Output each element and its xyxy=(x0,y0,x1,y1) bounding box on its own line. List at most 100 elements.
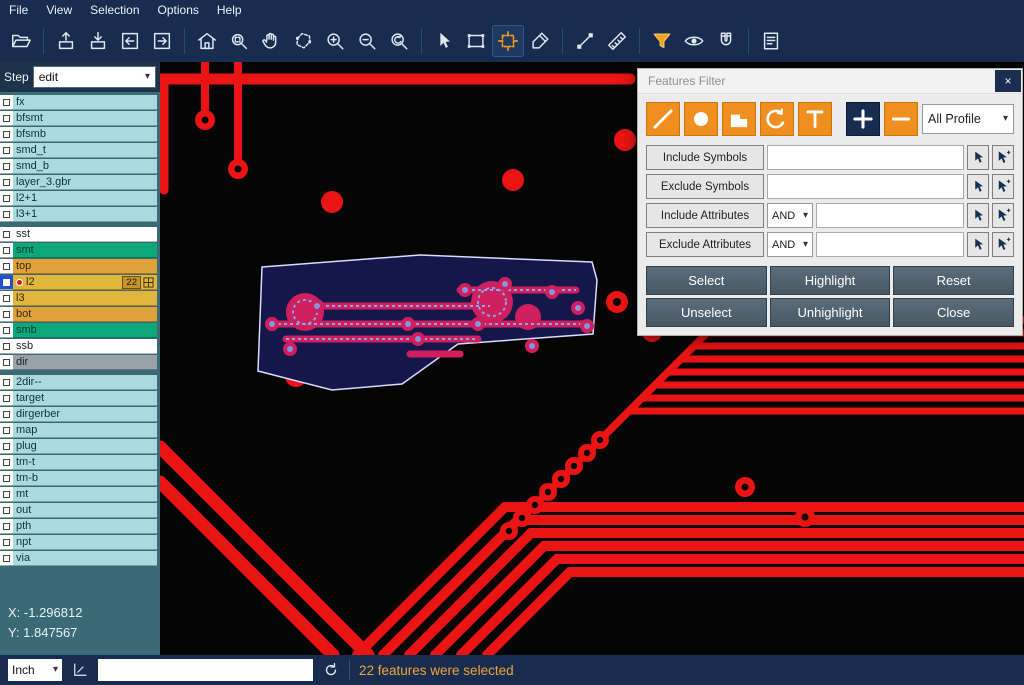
layer-name[interactable]: bot xyxy=(13,307,157,322)
layer-name[interactable]: fx xyxy=(13,95,157,110)
layer-visibility-checkbox[interactable] xyxy=(0,111,13,126)
draw-surface-button[interactable] xyxy=(722,102,756,136)
draw-arc-button[interactable] xyxy=(760,102,794,136)
rect-select-button[interactable] xyxy=(461,26,491,56)
include-symbols-input[interactable] xyxy=(767,145,964,170)
file-up-button[interactable] xyxy=(51,26,81,56)
layer-visibility-checkbox[interactable] xyxy=(0,339,13,354)
eye-button[interactable] xyxy=(679,26,709,56)
profile-select[interactable]: All Profile▾ xyxy=(922,104,1014,134)
layer-name[interactable]: npt xyxy=(13,535,157,550)
pick-arrow-plus-button[interactable] xyxy=(992,232,1014,257)
menu-selection[interactable]: Selection xyxy=(81,0,148,20)
menu-help[interactable]: Help xyxy=(208,0,251,20)
transform-select-button[interactable] xyxy=(493,26,523,56)
layer-visibility-checkbox[interactable] xyxy=(0,407,13,422)
layer-name[interactable]: pth xyxy=(13,519,157,534)
layer-name[interactable]: smd_t xyxy=(13,143,157,158)
add-plus-button[interactable] xyxy=(846,102,880,136)
clean-brush-button[interactable] xyxy=(525,26,555,56)
layer-name[interactable]: tm-t xyxy=(13,455,157,470)
pick-arrow-plus-button[interactable] xyxy=(992,145,1014,170)
select-button[interactable]: Select xyxy=(646,266,767,295)
layer-visibility-checkbox[interactable] xyxy=(0,275,13,290)
include-attributes-button[interactable]: Include Attributes xyxy=(646,203,764,228)
units-select[interactable]: Inch ▾ xyxy=(8,659,62,681)
exclude-attributes-operator-select[interactable]: AND▾ xyxy=(767,232,813,257)
layer-visibility-checkbox[interactable] xyxy=(0,95,13,110)
draw-line-button[interactable] xyxy=(646,102,680,136)
layer-visibility-checkbox[interactable] xyxy=(0,455,13,470)
layer-name[interactable]: smt xyxy=(13,243,157,258)
layer-name[interactable]: l3 xyxy=(13,291,157,306)
nav-right-button[interactable] xyxy=(147,26,177,56)
remove-minus-button[interactable] xyxy=(884,102,918,136)
layer-visibility-checkbox[interactable] xyxy=(0,487,13,502)
filter-funnel-button[interactable] xyxy=(647,26,677,56)
menu-options[interactable]: Options xyxy=(149,0,208,20)
layer-name[interactable]: l222 xyxy=(13,275,157,290)
zoom-reset-button[interactable] xyxy=(384,26,414,56)
pan-hand-button[interactable] xyxy=(256,26,286,56)
layer-name[interactable]: sst xyxy=(13,227,157,242)
layer-visibility-checkbox[interactable] xyxy=(0,439,13,454)
layer-visibility-checkbox[interactable] xyxy=(0,127,13,142)
report-list-button[interactable] xyxy=(756,26,786,56)
include-attributes-operator-select[interactable]: AND▾ xyxy=(767,203,813,228)
exclude-symbols-input[interactable] xyxy=(767,174,964,199)
layer-visibility-checkbox[interactable] xyxy=(0,207,13,222)
layer-name[interactable]: top xyxy=(13,259,157,274)
pick-arrow-button[interactable] xyxy=(967,203,989,228)
layer-visibility-checkbox[interactable] xyxy=(0,291,13,306)
layer-visibility-checkbox[interactable] xyxy=(0,159,13,174)
pick-arrow-button[interactable] xyxy=(967,232,989,257)
reset-button[interactable]: Reset xyxy=(893,266,1014,295)
layer-visibility-checkbox[interactable] xyxy=(0,519,13,534)
unselect-button[interactable]: Unselect xyxy=(646,298,767,327)
refresh-icon[interactable] xyxy=(322,661,340,679)
close-icon[interactable]: × xyxy=(995,70,1021,92)
pick-arrow-plus-button[interactable] xyxy=(992,203,1014,228)
layer-visibility-checkbox[interactable] xyxy=(0,535,13,550)
layer-visibility-checkbox[interactable] xyxy=(0,175,13,190)
layer-name[interactable]: tm-b xyxy=(13,471,157,486)
layer-visibility-checkbox[interactable] xyxy=(0,471,13,486)
layer-name[interactable]: smd_b xyxy=(13,159,157,174)
layer-visibility-checkbox[interactable] xyxy=(0,227,13,242)
file-down-button[interactable] xyxy=(83,26,113,56)
layer-visibility-checkbox[interactable] xyxy=(0,259,13,274)
layer-name[interactable]: 2dir-- xyxy=(13,375,157,390)
layer-visibility-checkbox[interactable] xyxy=(0,323,13,338)
layer-name[interactable]: target xyxy=(13,391,157,406)
lasso-select-button[interactable] xyxy=(288,26,318,56)
layer-visibility-checkbox[interactable] xyxy=(0,191,13,206)
exclude-attributes-button[interactable]: Exclude Attributes xyxy=(646,232,764,257)
include-symbols-button[interactable]: Include Symbols xyxy=(646,145,764,170)
nav-left-button[interactable] xyxy=(115,26,145,56)
layer-visibility-checkbox[interactable] xyxy=(0,355,13,370)
layer-name[interactable]: ssb xyxy=(13,339,157,354)
draw-circle-button[interactable] xyxy=(684,102,718,136)
layer-name[interactable]: layer_3.gbr xyxy=(13,175,157,190)
layer-visibility-checkbox[interactable] xyxy=(0,391,13,406)
open-folder-button[interactable] xyxy=(6,26,36,56)
command-input[interactable] xyxy=(98,659,313,681)
ruler-button[interactable] xyxy=(602,26,632,56)
include-attributes-input[interactable] xyxy=(816,203,964,228)
layer-name[interactable]: l3+1 xyxy=(13,207,157,222)
layer-visibility-checkbox[interactable] xyxy=(0,423,13,438)
layer-visibility-checkbox[interactable] xyxy=(0,551,13,566)
layer-visibility-checkbox[interactable] xyxy=(0,503,13,518)
layer-name[interactable]: dir xyxy=(13,355,157,370)
cursor-select-button[interactable] xyxy=(429,26,459,56)
close-button[interactable]: Close xyxy=(893,298,1014,327)
layer-visibility-checkbox[interactable] xyxy=(0,375,13,390)
layer-name[interactable]: bfsmb xyxy=(13,127,157,142)
highlight-button[interactable]: Highlight xyxy=(770,266,891,295)
home-button[interactable] xyxy=(192,26,222,56)
snap-magnet-button[interactable] xyxy=(711,26,741,56)
step-select[interactable]: edit ▾ xyxy=(33,66,156,88)
layer-name[interactable]: mt xyxy=(13,487,157,502)
unhighlight-button[interactable]: Unhighlight xyxy=(770,298,891,327)
layer-visibility-checkbox[interactable] xyxy=(0,143,13,158)
